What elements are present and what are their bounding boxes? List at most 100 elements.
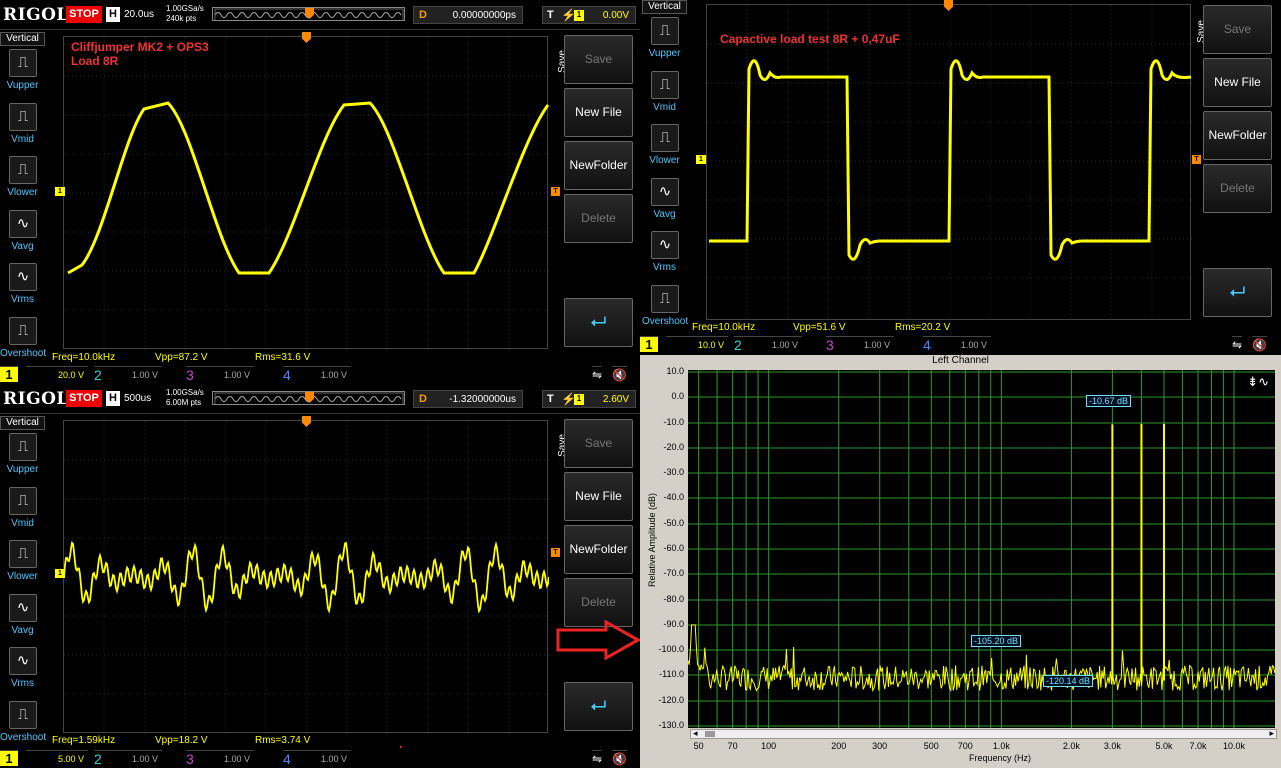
new-file-button[interactable]: New File	[564, 472, 633, 521]
horizontal-scrollbar[interactable]: ◂ ▸	[690, 728, 1277, 739]
channel4-scale[interactable]: 1.00 V	[941, 336, 991, 352]
menu-vavg[interactable]: ∿ Vavg	[0, 207, 45, 261]
channel4-scale[interactable]: 1.00 V	[301, 366, 351, 382]
marker-label-1[interactable]: -10.67 dB	[1086, 395, 1132, 407]
channel1-tab[interactable]: 1	[0, 750, 18, 766]
channel2-tab[interactable]: 2	[94, 366, 112, 383]
channel3-scale[interactable]: 1.00 V	[844, 336, 894, 352]
channel3-tab[interactable]: 3	[186, 750, 204, 767]
speaker-muted-icon[interactable]: 🔇	[612, 366, 627, 382]
sample-rate: 1.00GSa/s	[166, 4, 204, 13]
channel3-tab[interactable]: 3	[826, 336, 844, 353]
new-file-button[interactable]: New File	[1203, 58, 1272, 107]
menu-label: Vavg	[653, 208, 676, 220]
measurement-freq: Freq=1.59kHz	[52, 735, 116, 746]
menu-vrms[interactable]: ∿ Vrms	[0, 644, 45, 698]
save-button[interactable]: Save	[564, 35, 633, 84]
menu-vmid[interactable]: ⎍ Vmid	[642, 68, 687, 122]
new-folder-button[interactable]: NewFolder	[564, 141, 633, 190]
menu-overshoot[interactable]: ⎍ Overshoot	[642, 282, 688, 336]
menu-vupper[interactable]: ⎍ Vupper	[642, 14, 687, 68]
menu-vmid[interactable]: ⎍ Vmid	[0, 484, 45, 538]
channel1-ground-marker[interactable]: 1	[55, 187, 65, 196]
trigger-box[interactable]: T ⚡ 1 0.00V	[542, 6, 636, 24]
memory-overview[interactable]	[212, 391, 405, 405]
delete-button[interactable]: Delete	[1203, 164, 1272, 213]
menu-vavg[interactable]: ∿ Vavg	[0, 591, 45, 645]
channel2-scale[interactable]: 1.00 V	[112, 750, 162, 766]
save-button[interactable]: Save	[564, 419, 633, 468]
channel4-tab[interactable]: 4	[923, 336, 941, 353]
spectrum-analyzer: Left Channel Relative Amplitude (dB) 10.…	[640, 355, 1281, 768]
speaker-muted-icon[interactable]: 🔇	[1252, 336, 1267, 352]
scroll-right-arrow[interactable]: ▸	[1269, 728, 1274, 739]
menu-overshoot[interactable]: ⎍ Overshoot	[0, 314, 46, 368]
delay-box[interactable]: D 0.00000000ps	[413, 6, 523, 24]
save-button[interactable]: Save	[1203, 5, 1272, 54]
menu-label: Vrms	[11, 294, 34, 305]
delete-button[interactable]: Delete	[564, 194, 633, 243]
trigger-source: 1	[574, 394, 584, 405]
scroll-left-arrow[interactable]: ◂	[693, 728, 698, 739]
channel1-ground-marker[interactable]: 1	[55, 569, 65, 578]
channel4-tab[interactable]: 4	[283, 750, 301, 767]
run-state-badge[interactable]: STOP	[66, 6, 102, 23]
new-folder-button[interactable]: NewFolder	[1203, 111, 1272, 160]
channel1-scale[interactable]: 20.0 V	[26, 366, 88, 382]
marker-label-3[interactable]: -120.14 dB	[1043, 675, 1094, 687]
return-button[interactable]: ⮠	[564, 682, 633, 731]
save-menu: Save Save New File NewFolder Delete ⮠	[557, 414, 637, 744]
channel1-tab[interactable]: 1	[640, 336, 658, 352]
channel2-tab[interactable]: 2	[734, 336, 752, 353]
speaker-muted-icon[interactable]: 🔇	[612, 750, 627, 766]
channel3-tab[interactable]: 3	[186, 366, 204, 383]
delay-box[interactable]: D -1.32000000us	[413, 390, 523, 408]
menu-vlower[interactable]: ⎍ Vlower	[0, 153, 45, 207]
menu-vlower[interactable]: ⎍ Vlower	[0, 537, 45, 591]
menu-vavg[interactable]: ∿ Vavg	[642, 175, 687, 229]
run-state-badge[interactable]: STOP	[66, 390, 102, 407]
new-file-button[interactable]: New File	[564, 88, 633, 137]
scope-top-right: Vertical ⎍ Vupper ⎍ Vmid ⎍ Vlower ∿ Vavg ∿ Vr…	[640, 0, 1281, 355]
menu-vupper[interactable]: ⎍ Vupper	[0, 46, 45, 100]
channel1-ground-marker[interactable]: 1	[696, 155, 706, 164]
timebase-value[interactable]: 20.0us	[124, 9, 154, 20]
overshoot-icon: ⎍	[651, 284, 679, 313]
scope-toolbar: RIGOL STOP H 20.0us 1.00GSa/s 240k pts D 0…	[0, 0, 640, 30]
y-tick-label: -120.0	[658, 695, 684, 705]
scroll-thumb[interactable]	[705, 731, 715, 737]
menu-overshoot[interactable]: ⎍ Overshoot	[0, 698, 46, 752]
channel3-scale[interactable]: 1.00 V	[204, 750, 254, 766]
trigger-box[interactable]: T ⚡ 1 2.60V	[542, 390, 636, 408]
vmid-icon: ⎍	[9, 102, 37, 131]
menu-vupper[interactable]: ⎍ Vupper	[0, 430, 45, 484]
new-folder-button[interactable]: NewFolder	[564, 525, 633, 574]
vertical-menu: Vertical ⎍ Vupper ⎍ Vmid ⎍ Vlower ∿ Vavg ∿ Vr…	[0, 30, 46, 362]
brand-logo: RIGOL	[3, 389, 69, 409]
channel4-tab[interactable]: 4	[283, 366, 301, 383]
memory-overview[interactable]	[212, 7, 405, 21]
channel1-scale[interactable]: 10.0 V	[666, 336, 728, 352]
return-button[interactable]: ⮠	[564, 298, 633, 347]
menu-vmid[interactable]: ⎍ Vmid	[0, 100, 45, 154]
marker-label-2[interactable]: -105.20 dB	[971, 635, 1022, 647]
channel4-scale[interactable]: 1.00 V	[301, 750, 351, 766]
timebase-value[interactable]: 500us	[124, 393, 151, 404]
save-menu: Save Save New File NewFolder Delete ⮠	[557, 30, 637, 360]
menu-vlower[interactable]: ⎍ Vlower	[642, 121, 687, 175]
usb-icon: ⇋	[592, 750, 603, 766]
channel2-scale[interactable]: 1.00 V	[112, 366, 162, 382]
cursor-tool-icon[interactable]: ⇟∿	[1247, 374, 1269, 390]
menu-vrms[interactable]: ∿ Vrms	[642, 228, 687, 282]
channel1-tab[interactable]: 1	[0, 366, 18, 382]
channel3-scale[interactable]: 1.00 V	[204, 366, 254, 382]
channel2-scale[interactable]: 1.00 V	[752, 336, 802, 352]
trigger-source: 1	[574, 10, 584, 21]
measurement-vpp: Vpp=51.6 V	[793, 322, 846, 333]
scope-top-left: RIGOL STOP H 20.0us 1.00GSa/s 240k pts D 0…	[0, 0, 640, 384]
vertical-menu: Vertical ⎍ Vupper ⎍ Vmid ⎍ Vlower ∿ Vavg ∿ Vr…	[0, 414, 46, 746]
return-button[interactable]: ⮠	[1203, 268, 1272, 317]
channel1-scale[interactable]: 5.00 V	[26, 750, 88, 766]
menu-vrms[interactable]: ∿ Vrms	[0, 260, 45, 314]
channel2-tab[interactable]: 2	[94, 750, 112, 767]
